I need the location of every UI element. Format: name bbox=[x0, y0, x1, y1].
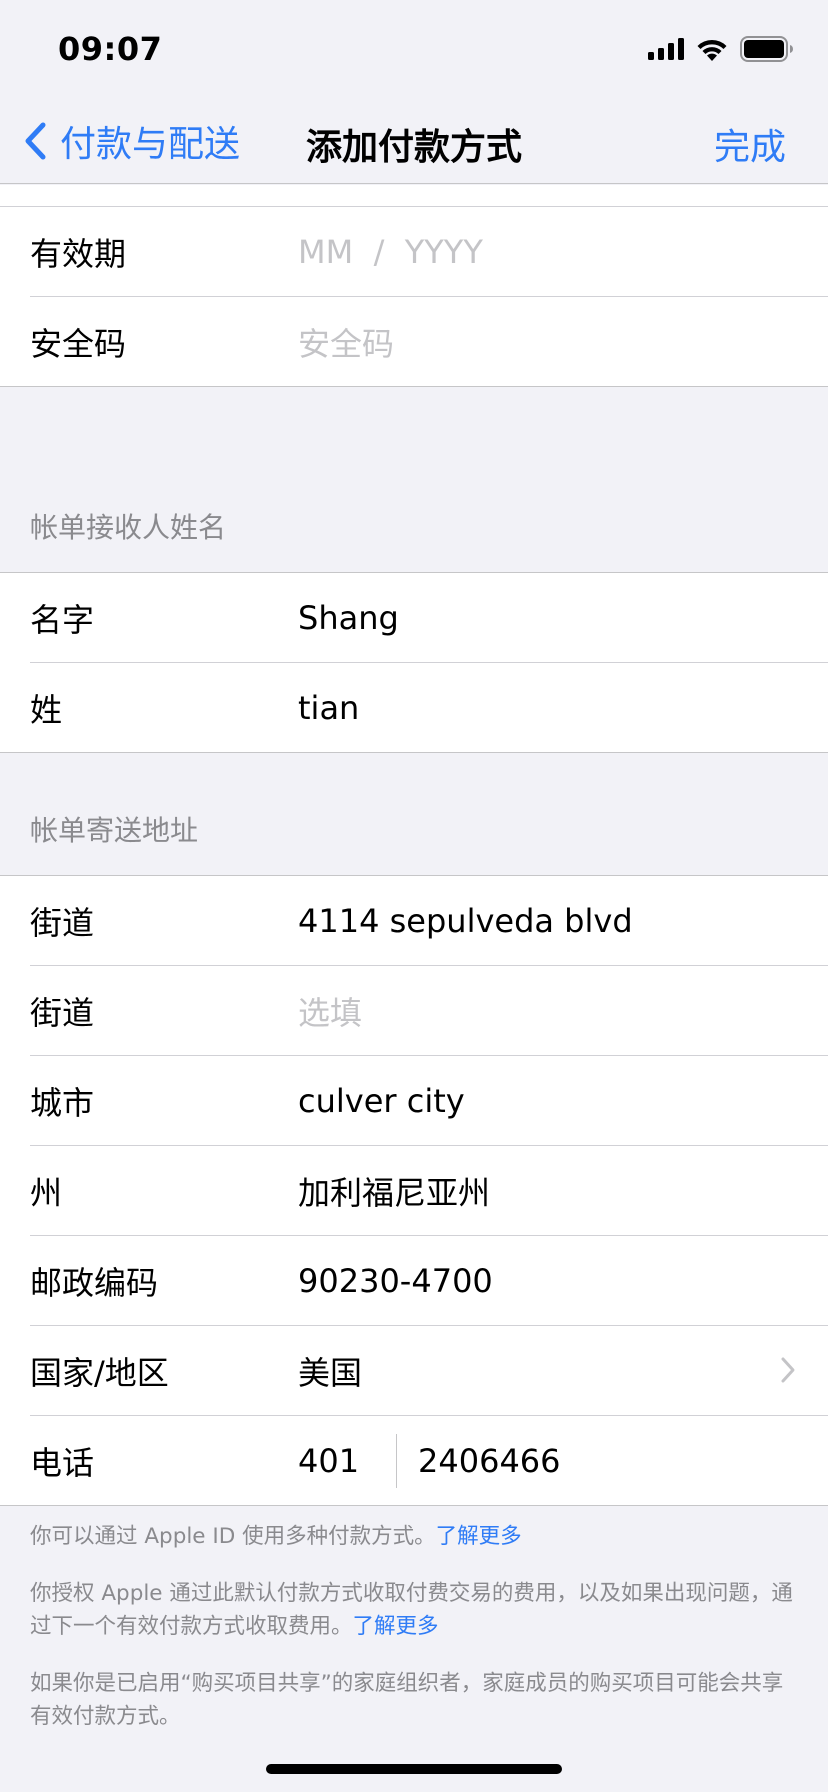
expiry-input[interactable]: MM / YYYY bbox=[298, 233, 788, 271]
expiry-label: 有效期 bbox=[30, 235, 127, 273]
phone-label: 电话 bbox=[30, 1444, 95, 1482]
zip-label: 邮政编码 bbox=[30, 1264, 159, 1302]
status-time: 09:07 bbox=[58, 30, 163, 68]
street2-input[interactable]: 选填 bbox=[298, 988, 788, 1034]
billing-name-header-label: 帐单接收人姓名 bbox=[30, 511, 227, 544]
city-input[interactable]: culver city bbox=[298, 1082, 788, 1120]
cvv-input[interactable]: 安全码 bbox=[298, 319, 788, 365]
nav-bar: 付款与配送 添加付款方式 完成 bbox=[0, 100, 828, 184]
chevron-right-icon bbox=[781, 1357, 795, 1383]
learn-more-link-1[interactable]: 了解更多 bbox=[436, 1524, 522, 1549]
billing-address-header: 帐单寄送地址 bbox=[0, 753, 828, 875]
page-title: 添加付款方式 bbox=[305, 127, 522, 168]
first-name-label: 名字 bbox=[30, 601, 95, 639]
phone-divider bbox=[396, 1434, 397, 1488]
first-name-row[interactable]: 名字 Shang bbox=[0, 573, 828, 663]
phone-number-input[interactable]: 2406466 bbox=[418, 1442, 561, 1480]
learn-more-link-2[interactable]: 了解更多 bbox=[353, 1614, 439, 1639]
phone-row: 电话 401 2406466 bbox=[0, 1416, 828, 1506]
state-row[interactable]: 州 加利福尼亚州 bbox=[0, 1146, 828, 1236]
zip-input[interactable]: 90230-4700 bbox=[298, 1262, 788, 1300]
footer-note-1-text: 你可以通过 Apple ID 使用多种付款方式。 bbox=[30, 1524, 436, 1549]
street2-label: 街道 bbox=[30, 994, 95, 1032]
expiry-row[interactable]: 有效期 MM / YYYY bbox=[0, 207, 828, 297]
country-value: 美国 bbox=[298, 1354, 363, 1392]
footer-notes: 你可以通过 Apple ID 使用多种付款方式。了解更多 你授权 Apple 通… bbox=[0, 1506, 828, 1733]
last-name-row[interactable]: 姓 tian bbox=[0, 663, 828, 753]
status-bar: 09:07 bbox=[0, 0, 828, 100]
city-label: 城市 bbox=[30, 1084, 95, 1122]
scrolled-row-edge bbox=[0, 185, 828, 207]
card-details-group: 有效期 MM / YYYY 安全码 安全码 bbox=[0, 185, 828, 387]
street1-input[interactable]: 4114 sepulveda blvd bbox=[298, 902, 788, 940]
street1-row[interactable]: 街道 4114 sepulveda blvd bbox=[0, 876, 828, 966]
city-row[interactable]: 城市 culver city bbox=[0, 1056, 828, 1146]
footer-note-1: 你可以通过 Apple ID 使用多种付款方式。了解更多 bbox=[30, 1520, 798, 1553]
state-label: 州 bbox=[30, 1174, 63, 1212]
billing-address-group: 街道 4114 sepulveda blvd 街道 选填 城市 culver c… bbox=[0, 875, 828, 1506]
state-input[interactable]: 加利福尼亚州 bbox=[298, 1168, 788, 1214]
wifi-icon bbox=[697, 39, 727, 61]
last-name-input[interactable]: tian bbox=[298, 689, 788, 727]
country-label: 国家/地区 bbox=[30, 1354, 169, 1392]
billing-name-header: 帐单接收人姓名 bbox=[0, 387, 828, 572]
phone-area-code-input[interactable]: 401 bbox=[298, 1442, 388, 1480]
footer-note-3: 如果你是已启用“购买项目共享”的家庭组织者，家庭成员的购买项目可能会共享有效付款… bbox=[30, 1671, 784, 1729]
cellular-signal-icon bbox=[648, 38, 684, 60]
footer-note-2: 你授权 Apple 通过此默认付款方式收取付费交易的费用，以及如果出现问题，通过… bbox=[30, 1577, 798, 1643]
battery-icon bbox=[740, 36, 793, 62]
street2-row[interactable]: 街道 选填 bbox=[0, 966, 828, 1056]
street1-label: 街道 bbox=[30, 904, 95, 942]
zip-row[interactable]: 邮政编码 90230-4700 bbox=[0, 1236, 828, 1326]
status-icons bbox=[648, 36, 794, 62]
first-name-input[interactable]: Shang bbox=[298, 599, 788, 637]
country-row[interactable]: 国家/地区 美国 bbox=[0, 1326, 828, 1416]
form-content: 有效期 MM / YYYY 安全码 安全码 帐单接收人姓名 名字 Shang 姓… bbox=[0, 185, 828, 1757]
last-name-label: 姓 bbox=[30, 691, 63, 729]
home-indicator bbox=[266, 1764, 562, 1774]
cvv-row[interactable]: 安全码 安全码 bbox=[0, 297, 828, 387]
done-button[interactable]: 完成 bbox=[714, 118, 786, 170]
billing-address-header-label: 帐单寄送地址 bbox=[30, 814, 199, 847]
billing-name-group: 名字 Shang 姓 tian bbox=[0, 572, 828, 753]
cvv-label: 安全码 bbox=[30, 325, 127, 363]
